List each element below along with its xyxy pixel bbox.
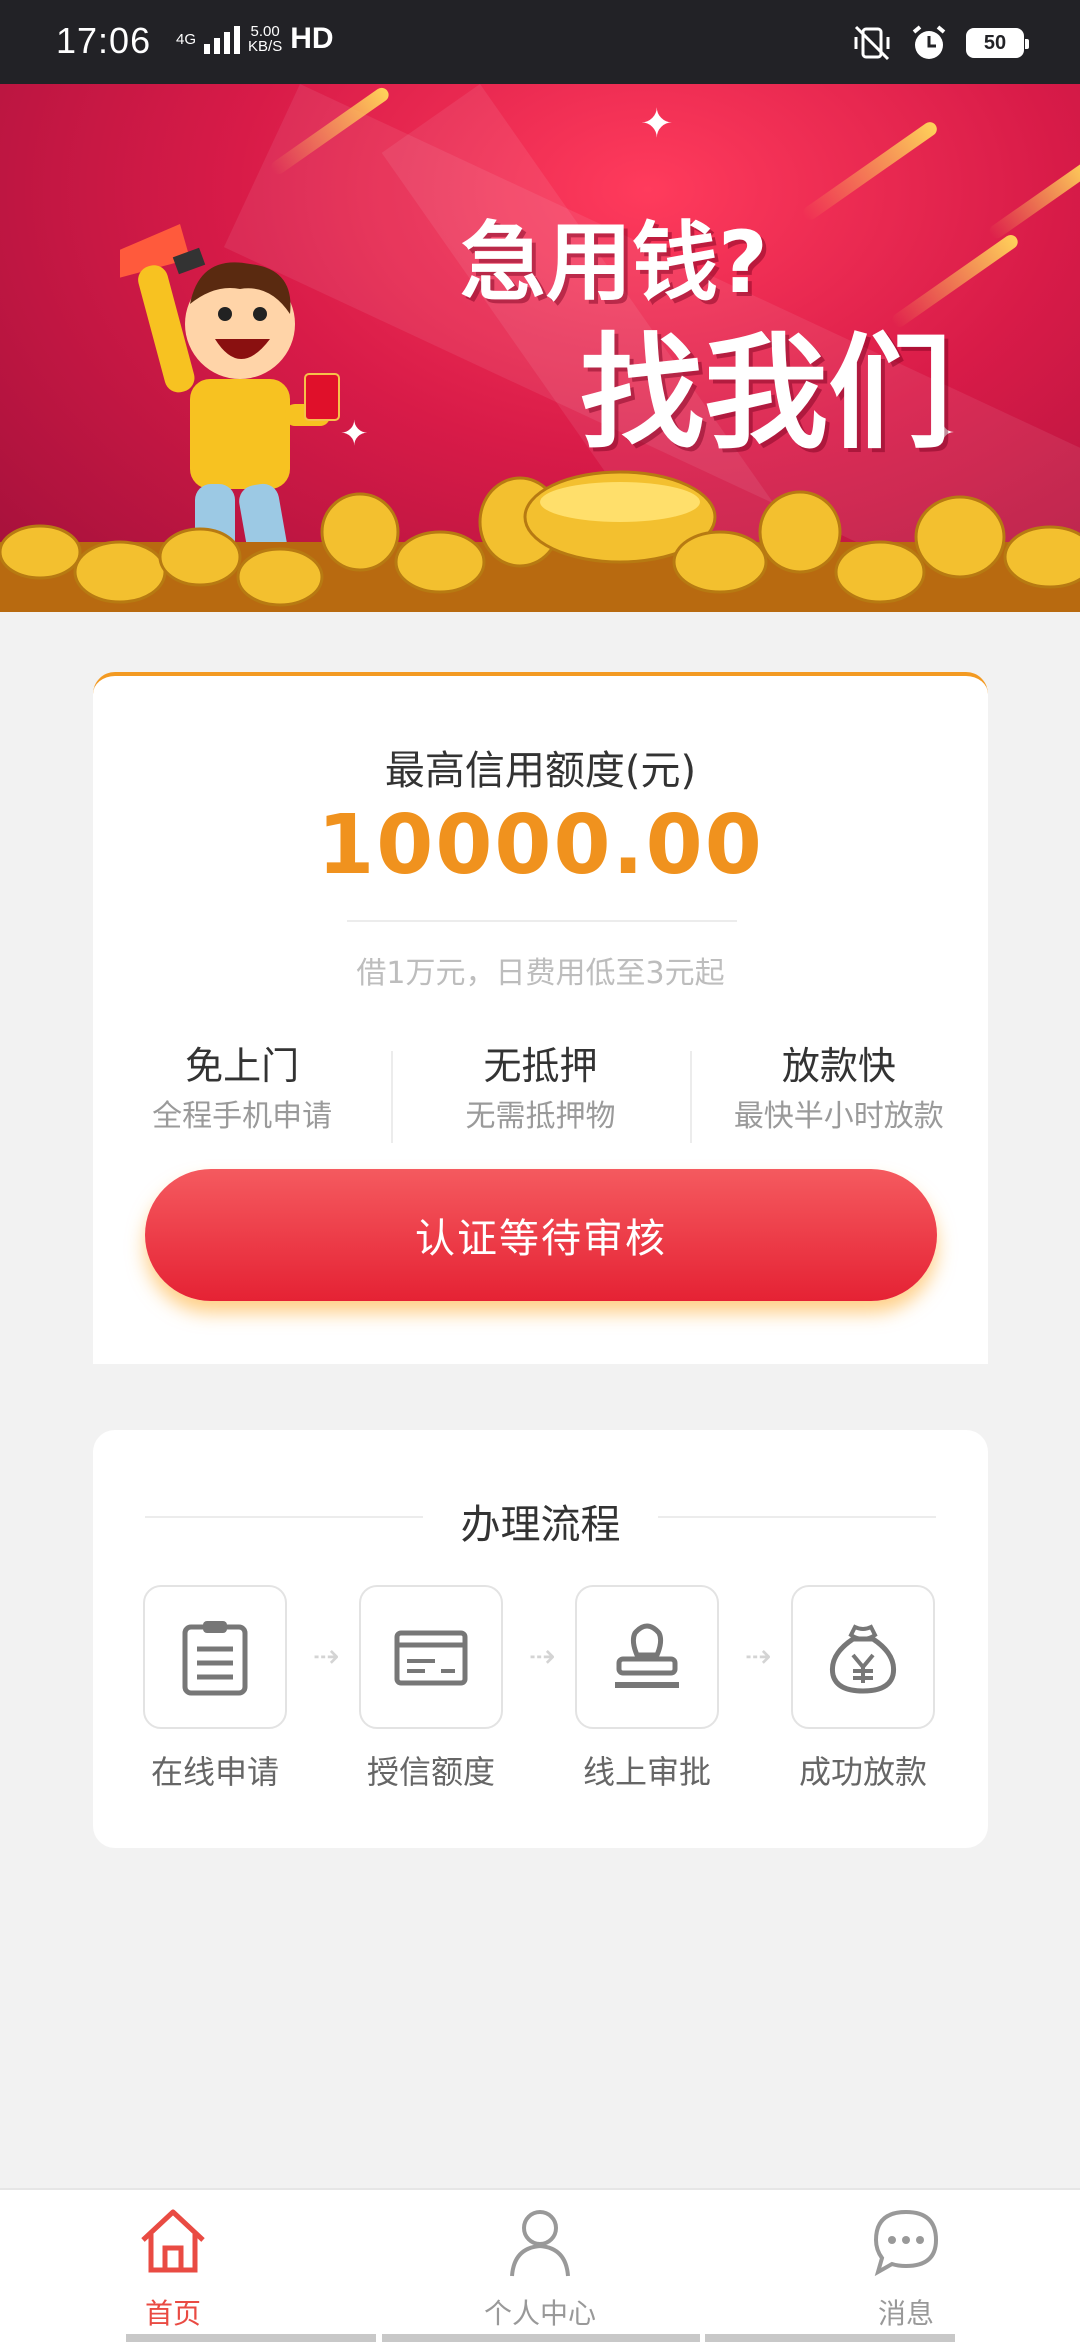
hd-indicator: HD: [290, 22, 334, 55]
tab-messages[interactable]: 消息: [806, 2190, 1006, 2342]
process-heading: 办理流程: [460, 1502, 621, 1548]
chat-bubble-icon: [873, 2209, 939, 2277]
feature-subtitle: 无需抵押物: [465, 1099, 616, 1134]
signal-icon: [204, 24, 241, 54]
process-step-label: 在线申请: [150, 1753, 279, 1791]
credit-limit-subtitle: 借1万元，日费用低至3元起: [356, 956, 725, 991]
tab-profile-label: 个人中心: [483, 2297, 596, 2330]
arrow-right-icon: ⇢: [528, 1637, 556, 1675]
feature-item: 免上门 全程手机申请: [93, 1041, 391, 1141]
credit-limit-title: 最高信用额度(元): [384, 748, 697, 794]
arrow-right-icon: ⇢: [744, 1637, 772, 1675]
bottom-tab-bar: 首页 个人中心 消息: [0, 2188, 1080, 2342]
feature-title: 免上门: [185, 1044, 300, 1088]
status-icons: 50: [852, 24, 1029, 62]
feature-title: 放款快: [781, 1044, 896, 1088]
status-time: 17:06: [56, 20, 152, 61]
process-step-label: 成功放款: [798, 1753, 927, 1791]
divider: [658, 1516, 936, 1518]
alarm-icon: [912, 25, 946, 59]
network-speed-value: 5.00: [250, 23, 280, 40]
feature-list: 免上门 全程手机申请 无抵押 无需抵押物 放款快 最快半小时放款: [93, 1041, 988, 1143]
feature-subtitle: 全程手机申请: [152, 1099, 333, 1134]
credit-limit-amount: 10000.00: [317, 798, 764, 893]
network-type: 4G: [176, 30, 197, 48]
status-bar: 17:06 4G 5.00 KB/S HD 50: [0, 0, 1080, 84]
banner-headline-bottom: 找我们: [580, 322, 953, 466]
battery-icon: 50: [966, 28, 1029, 58]
tab-home[interactable]: 首页: [73, 2190, 273, 2342]
process-steps: 在线申请 ⇢ 授信额度 ⇢ 线上审批 ⇢ 成功放款: [143, 1585, 939, 1795]
tab-messages-label: 消息: [877, 2297, 934, 2330]
network-status: 4G 5.00 KB/S HD: [176, 22, 334, 56]
sparkle-icon: ✦: [340, 414, 369, 454]
network-speed: 5.00 KB/S: [248, 24, 282, 54]
home-icon: [141, 2209, 205, 2273]
process-step: 线上审批: [575, 1585, 719, 1793]
feature-item: 放款快 最快半小时放款: [689, 1041, 988, 1143]
promo-banner[interactable]: ✦ ✦ ✦ 急用钱? 找我们: [0, 84, 1080, 612]
process-step: 成功放款: [791, 1585, 935, 1793]
process-step-label: 授信额度: [366, 1753, 495, 1791]
money-bag-icon: [829, 1624, 897, 1694]
gesture-bar: [382, 2334, 700, 2342]
feature-subtitle: 最快半小时放款: [733, 1099, 944, 1134]
arrow-right-icon: ⇢: [312, 1637, 340, 1675]
process-step: 在线申请: [143, 1585, 287, 1793]
process-step: 授信额度: [359, 1585, 503, 1793]
credit-card: 最高信用额度(元) 10000.00 借1万元，日费用低至3元起 免上门 全程手…: [93, 672, 988, 1364]
process-card: 办理流程 在线申请 ⇢ 授信额度 ⇢ 线上审批 ⇢ 成功放款: [93, 1430, 988, 1848]
network-speed-unit: KB/S: [248, 38, 283, 55]
divider: [347, 920, 737, 922]
gesture-bar: [705, 2334, 955, 2342]
vibrate-mute-icon: [854, 25, 890, 61]
card-icon: [394, 1630, 468, 1686]
person-icon: [510, 2210, 570, 2277]
tab-profile[interactable]: 个人中心: [440, 2190, 640, 2342]
process-step-label: 线上审批: [582, 1753, 711, 1791]
gesture-bar: [126, 2334, 376, 2342]
verify-pending-review-button[interactable]: 认证等待审核: [145, 1169, 937, 1301]
gold-coins-decoration: [0, 470, 1080, 612]
clipboard-icon: [182, 1621, 248, 1696]
sparkle-icon: ✦: [640, 101, 674, 147]
tab-home-label: 首页: [144, 2297, 201, 2330]
stamp-icon: [615, 1623, 679, 1688]
feature-item: 无抵押 无需抵押物: [391, 1041, 689, 1143]
feature-title: 无抵押: [483, 1044, 598, 1088]
